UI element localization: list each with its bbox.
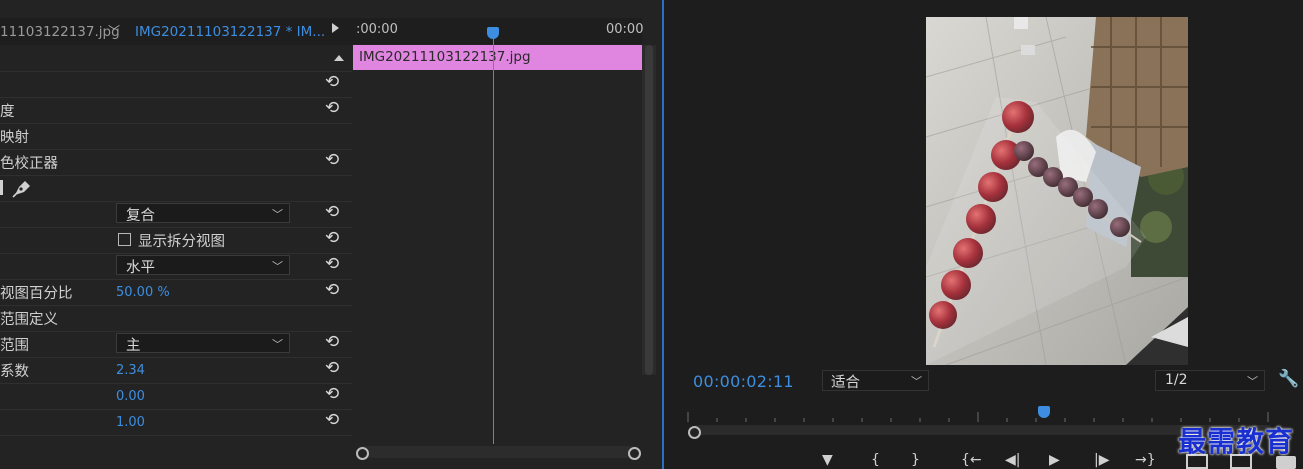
hscroll-right-handle[interactable]	[628, 447, 641, 460]
reset-icon[interactable]: ⟲	[325, 358, 339, 378]
effect-row	[0, 45, 352, 72]
playhead-handle[interactable]	[487, 27, 499, 39]
zoom-scroll-left-handle[interactable]	[688, 426, 701, 439]
param-value[interactable]: 0.00	[116, 389, 145, 404]
composite-dropdown[interactable]: 复合 ﹀	[116, 203, 290, 224]
mask-shape-icon[interactable]	[0, 180, 3, 195]
go-to-out-button[interactable]: →}	[1135, 452, 1156, 468]
timeline-clip-label: IMG20211103122137.jpg	[359, 49, 531, 65]
effect-row: ⟲	[0, 71, 352, 98]
effect-row: 度 ⟲	[0, 97, 352, 124]
scrollbar-thumb[interactable]	[645, 45, 653, 375]
chevron-down-icon: ﹀	[911, 375, 922, 388]
mini-timeline-hscroll[interactable]	[357, 446, 639, 458]
effect-row: 系数 2.34 ⟲	[0, 357, 352, 384]
go-to-in-button[interactable]: {←	[961, 452, 982, 468]
reset-icon[interactable]: ⟲	[325, 410, 339, 430]
source-clip-tab[interactable]: 11103122137.jpg	[0, 24, 120, 40]
add-marker-button[interactable]: ▼	[822, 452, 833, 468]
wrench-icon[interactable]: 🔧	[1278, 369, 1299, 389]
dropdown-value: 复合	[126, 208, 155, 224]
chevron-down-icon: ﹀	[272, 208, 283, 221]
playback-resolution-dropdown[interactable]: 1/2 ﹀	[1155, 370, 1265, 391]
effect-row-mask-tools	[0, 175, 352, 202]
row-label: 映射	[0, 130, 29, 146]
effect-row: 范围定义	[0, 305, 352, 332]
row-label: 度	[0, 104, 15, 120]
reset-icon[interactable]: ⟲	[325, 280, 339, 300]
chevron-down-icon[interactable]: ﹀	[108, 22, 120, 39]
split-view-label: 显示拆分视图	[138, 234, 225, 250]
dropdown-value: 主	[126, 338, 141, 354]
chevron-down-icon: ﹀	[272, 260, 283, 273]
mark-in-button[interactable]: {	[871, 452, 880, 468]
mini-timeline-area	[352, 70, 642, 440]
reset-icon[interactable]: ⟲	[325, 332, 339, 352]
play-triangle-icon[interactable]	[332, 23, 339, 33]
reset-icon[interactable]: ⟲	[325, 202, 339, 222]
row-label: 视图百分比	[0, 286, 73, 302]
effect-row: 范围 主 ﹀ ⟲	[0, 331, 352, 358]
reset-icon[interactable]: ⟲	[325, 150, 339, 170]
split-view-checkbox[interactable]	[118, 233, 131, 246]
dropdown-value: 水平	[126, 260, 155, 276]
sequence-clip-tab[interactable]: IMG20211103122137 * IM...	[135, 24, 325, 40]
mark-out-button[interactable]: }	[911, 452, 920, 468]
watermark-logo: 最需教育	[1178, 425, 1295, 458]
tonal-range-dropdown[interactable]: 主 ﹀	[116, 333, 290, 354]
reset-icon[interactable]: ⟲	[325, 384, 339, 404]
effect-row: 1.00 ⟲	[0, 409, 352, 436]
play-button[interactable]: ▶	[1049, 452, 1060, 468]
step-back-button[interactable]: ◀|	[1005, 452, 1020, 468]
ruler-start-time: :00:00	[356, 22, 398, 37]
hscroll-left-handle[interactable]	[356, 447, 369, 460]
dropdown-value: 适合	[831, 375, 860, 391]
reset-icon[interactable]: ⟲	[325, 254, 339, 274]
row-label: 范围	[0, 338, 29, 354]
row-label: 系数	[0, 364, 29, 380]
split-view-percent-value[interactable]: 50.00 %	[116, 285, 170, 300]
effect-row: 0.00 ⟲	[0, 383, 352, 410]
ruler-end-time: 00:00	[606, 22, 644, 37]
reset-icon[interactable]: ⟲	[325, 98, 339, 118]
effect-row: 色校正器 ⟲	[0, 149, 352, 176]
chevron-down-icon: ﹀	[1247, 375, 1258, 388]
chevron-down-icon: ﹀	[272, 338, 283, 351]
program-playhead-handle[interactable]	[1038, 406, 1050, 418]
layout-dropdown[interactable]: 水平 ﹀	[116, 255, 290, 276]
effect-row: 视图百分比 50.00 % ⟲	[0, 279, 352, 306]
row-label: 色校正器	[0, 156, 58, 172]
zoom-fit-dropdown[interactable]: 适合 ﹀	[822, 370, 929, 391]
playhead-line	[493, 36, 494, 444]
effect-row: 映射	[0, 123, 352, 150]
effect-row: 显示拆分视图 ⟲	[0, 227, 352, 254]
step-forward-button[interactable]: |▶	[1094, 452, 1109, 468]
effect-row: 复合 ﹀ ⟲	[0, 201, 352, 228]
pen-tool-icon[interactable]	[11, 178, 33, 198]
row-label: 范围定义	[0, 312, 58, 328]
reset-icon[interactable]: ⟲	[325, 228, 339, 248]
reset-icon[interactable]: ⟲	[325, 72, 339, 92]
effect-row: 水平 ﹀ ⟲	[0, 253, 352, 280]
param-value[interactable]: 1.00	[116, 415, 145, 430]
program-preview-image	[926, 17, 1188, 365]
playhead-timecode[interactable]: 00:00:02:11	[693, 372, 794, 391]
dropdown-value: 1/2	[1165, 372, 1188, 388]
coefficient-value[interactable]: 2.34	[116, 363, 145, 378]
